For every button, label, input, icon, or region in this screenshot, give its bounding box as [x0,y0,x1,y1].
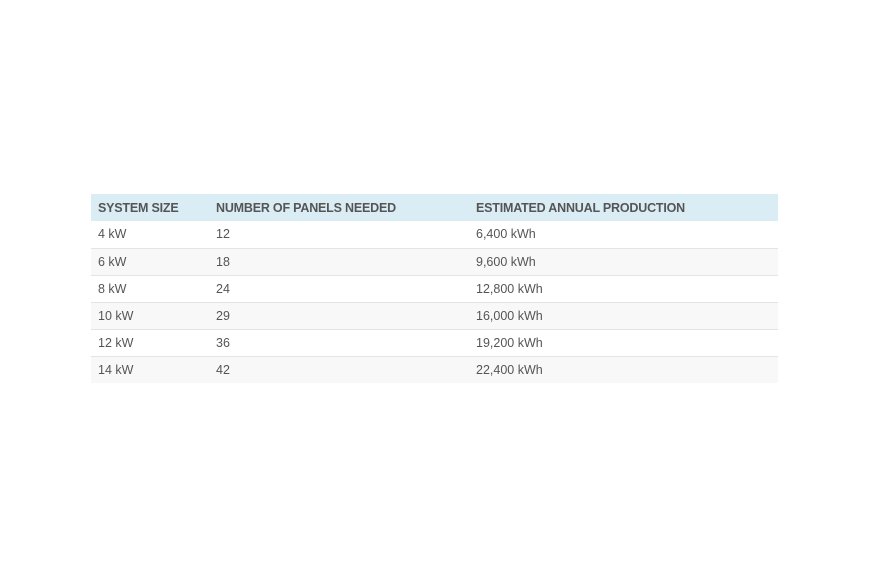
solar-system-size-table: SYSTEM SIZE NUMBER OF PANELS NEEDED ESTI… [91,194,778,383]
table-row: 4 kW 12 6,400 kWh [91,221,778,248]
cell-panels-needed: 42 [209,355,469,383]
cell-panels-needed: 29 [209,301,469,329]
cell-system-size: 8 kW [91,274,209,302]
table-row: 14 kW 42 22,400 kWh [91,355,778,383]
cell-annual-production: 22,400 kWh [469,355,778,383]
cell-annual-production: 12,800 kWh [469,274,778,302]
header-system-size: SYSTEM SIZE [91,194,209,221]
cell-system-size: 12 kW [91,328,209,356]
table-row: 10 kW 29 16,000 kWh [91,301,778,329]
cell-system-size: 14 kW [91,355,209,383]
table-header-row: SYSTEM SIZE NUMBER OF PANELS NEEDED ESTI… [91,194,778,221]
header-panels-needed: NUMBER OF PANELS NEEDED [209,194,469,221]
cell-annual-production: 9,600 kWh [469,247,778,275]
cell-annual-production: 6,400 kWh [469,221,778,248]
table-row: 12 kW 36 19,200 kWh [91,328,778,356]
cell-panels-needed: 12 [209,221,469,248]
cell-panels-needed: 24 [209,274,469,302]
header-annual-production: ESTIMATED ANNUAL PRODUCTION [469,194,778,221]
cell-annual-production: 16,000 kWh [469,301,778,329]
cell-system-size: 6 kW [91,247,209,275]
cell-system-size: 4 kW [91,221,209,248]
table-row: 8 kW 24 12,800 kWh [91,274,778,302]
cell-annual-production: 19,200 kWh [469,328,778,356]
cell-panels-needed: 36 [209,328,469,356]
cell-panels-needed: 18 [209,247,469,275]
table-row: 6 kW 18 9,600 kWh [91,247,778,275]
cell-system-size: 10 kW [91,301,209,329]
